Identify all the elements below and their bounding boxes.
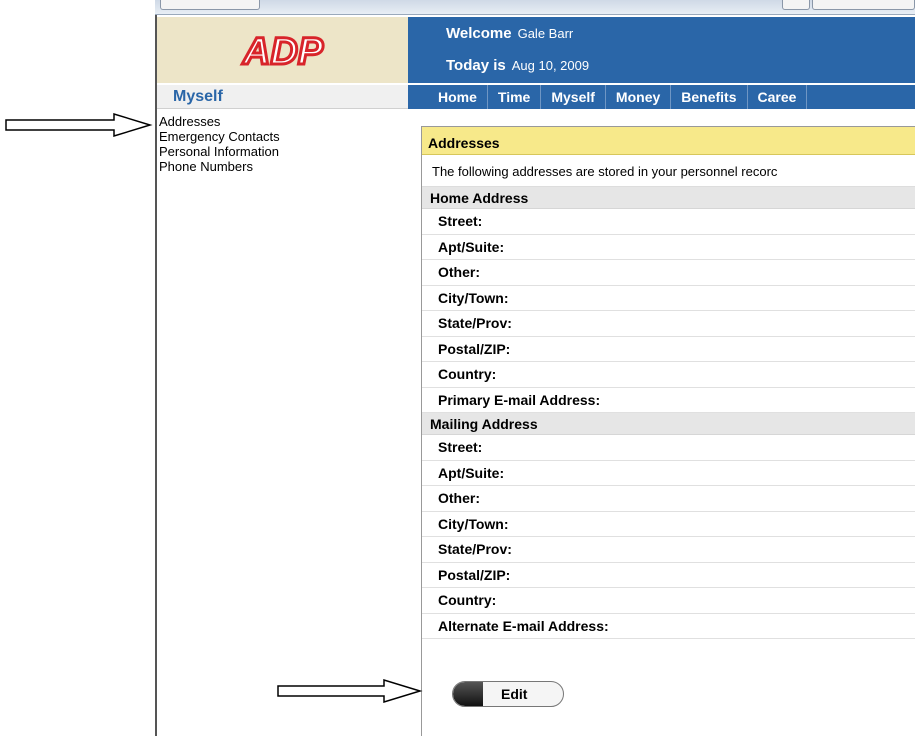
addresses-panel: Addresses The following addresses are st… bbox=[421, 126, 915, 736]
edit-button[interactable]: Edit bbox=[452, 681, 564, 707]
pointer-arrow-icon bbox=[277, 679, 423, 703]
date-line: Today is Aug 10, 2009 bbox=[446, 57, 589, 74]
toolbar-button[interactable] bbox=[782, 0, 810, 10]
home-country-label: Country: bbox=[422, 362, 915, 388]
home-street-label: Street: bbox=[422, 209, 915, 235]
logo-text: ADP bbox=[241, 31, 323, 72]
main-nav: Home Time Myself Money Benefits Caree bbox=[408, 85, 915, 109]
mailing-city-town-label: City/Town: bbox=[422, 512, 915, 537]
toolbar-button[interactable] bbox=[812, 0, 915, 10]
mailing-country-label: Country: bbox=[422, 588, 915, 614]
mailing-postal-zip-label: Postal/ZIP: bbox=[422, 563, 915, 588]
pointer-arrow-icon bbox=[5, 113, 153, 137]
welcome-line: Welcome Gale Barr bbox=[446, 25, 573, 42]
welcome-label: Welcome bbox=[446, 25, 512, 42]
home-postal-zip-label: Postal/ZIP: bbox=[422, 337, 915, 362]
mailing-address-heading: Mailing Address bbox=[422, 413, 915, 435]
nav-item-myself[interactable]: Myself bbox=[541, 85, 606, 109]
mailing-state-prov-label: State/Prov: bbox=[422, 537, 915, 563]
adp-logo[interactable]: ADP bbox=[157, 17, 408, 83]
today-date: Aug 10, 2009 bbox=[511, 58, 590, 73]
user-name: Gale Barr bbox=[517, 26, 574, 41]
home-state-prov-label: State/Prov: bbox=[422, 311, 915, 337]
section-title: Myself bbox=[157, 85, 408, 109]
mailing-other-label: Other: bbox=[422, 486, 915, 512]
adp-logo-icon: ADP bbox=[240, 30, 325, 73]
alternate-email-label: Alternate E-mail Address: bbox=[422, 614, 915, 639]
nav-item-benefits[interactable]: Benefits bbox=[671, 85, 748, 109]
nav-item-time[interactable]: Time bbox=[488, 85, 542, 109]
sidebar-item-emergency-contacts[interactable]: Emergency Contacts bbox=[159, 129, 280, 144]
sidebar-item-personal-information[interactable]: Personal Information bbox=[159, 144, 280, 159]
today-label: Today is bbox=[446, 57, 506, 74]
home-other-label: Other: bbox=[422, 260, 915, 286]
edit-button-label: Edit bbox=[501, 686, 528, 702]
welcome-bar: Welcome Gale Barr Today is Aug 10, 2009 bbox=[408, 17, 915, 83]
mailing-apt-suite-label: Apt/Suite: bbox=[422, 461, 915, 486]
sidebar-item-phone-numbers[interactable]: Phone Numbers bbox=[159, 159, 280, 174]
home-city-town-label: City/Town: bbox=[422, 286, 915, 311]
home-apt-suite-label: Apt/Suite: bbox=[422, 235, 915, 260]
nav-item-career[interactable]: Caree bbox=[748, 85, 808, 109]
nav-item-money[interactable]: Money bbox=[606, 85, 672, 109]
nav-item-home[interactable]: Home bbox=[408, 85, 488, 109]
home-address-heading: Home Address bbox=[422, 187, 915, 209]
toolbar-button[interactable] bbox=[160, 0, 260, 10]
intro-text: The following addresses are stored in yo… bbox=[422, 155, 915, 187]
panel-title: Addresses bbox=[422, 127, 915, 155]
edit-button-cap bbox=[453, 682, 483, 706]
primary-email-label: Primary E-mail Address: bbox=[422, 388, 915, 413]
mailing-street-label: Street: bbox=[422, 435, 915, 461]
sidebar-menu: Addresses Emergency Contacts Personal In… bbox=[159, 114, 280, 174]
sidebar-item-addresses[interactable]: Addresses bbox=[159, 114, 280, 129]
